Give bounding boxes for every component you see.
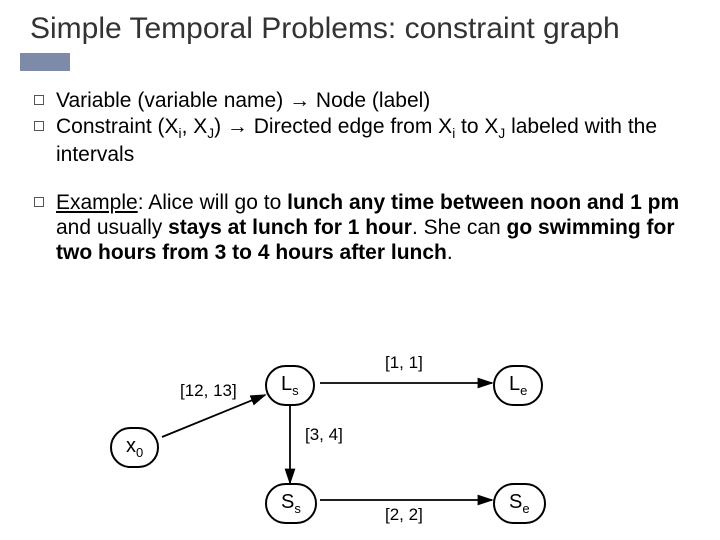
arrow-icon: → (227, 115, 248, 138)
accent-bar (20, 53, 70, 71)
constraint-graph: x0 Ls Le Ss Se [12, 13] [1, 1] [3, 4] [2… (110, 345, 610, 535)
node-x0: x0 (110, 427, 159, 468)
subscript: 0 (136, 445, 143, 460)
subscript: s (294, 501, 301, 516)
bullet-1: Variable (variable name) → Node (label) (30, 89, 690, 114)
example-label: Example (56, 191, 138, 214)
node-Ss: Ss (265, 483, 317, 524)
text: to X (455, 115, 498, 138)
edge-label-x0-Ls: [12, 13] (180, 381, 237, 401)
bold: stays at lunch for 1 hour (168, 216, 412, 239)
text: and usually (56, 216, 168, 239)
node-label: L (509, 373, 520, 395)
subscript: s (292, 383, 299, 398)
node-label: x (126, 435, 136, 457)
bullet-3: Example: Alice will go to lunch any time… (30, 191, 690, 265)
node-label: S (281, 491, 294, 513)
text: Constraint (X (56, 115, 179, 138)
subscript: e (520, 383, 527, 398)
text: : Alice will go to (138, 191, 287, 214)
node-Le: Le (493, 365, 543, 406)
text: Directed edge from X (248, 115, 452, 138)
text: Variable (variable name) (56, 89, 289, 112)
text: ) (214, 115, 227, 138)
subscript: e (522, 501, 529, 516)
edge-label-Ls-Ss: [3, 4] (305, 425, 343, 445)
bold: lunch any time between noon and 1 pm (287, 191, 679, 214)
arrow-icon: → (289, 89, 310, 112)
text: , X (182, 115, 208, 138)
node-Ls: Ls (265, 365, 315, 406)
edge-label-Ls-Le: [1, 1] (385, 353, 423, 373)
text: . (447, 241, 453, 264)
node-Se: Se (493, 483, 546, 524)
edge-label-Ss-Se: [2, 2] (385, 505, 423, 525)
bullet-2: Constraint (Xi, XJ) → Directed edge from… (30, 115, 690, 167)
bullet-list: Variable (variable name) → Node (label) … (30, 89, 690, 266)
slide: Simple Temporal Problems: constraint gra… (0, 0, 720, 540)
text: . She can (412, 216, 507, 239)
slide-title: Simple Temporal Problems: constraint gra… (30, 12, 690, 47)
text: Node (label) (310, 89, 430, 112)
node-label: S (509, 491, 522, 513)
node-label: L (281, 373, 292, 395)
